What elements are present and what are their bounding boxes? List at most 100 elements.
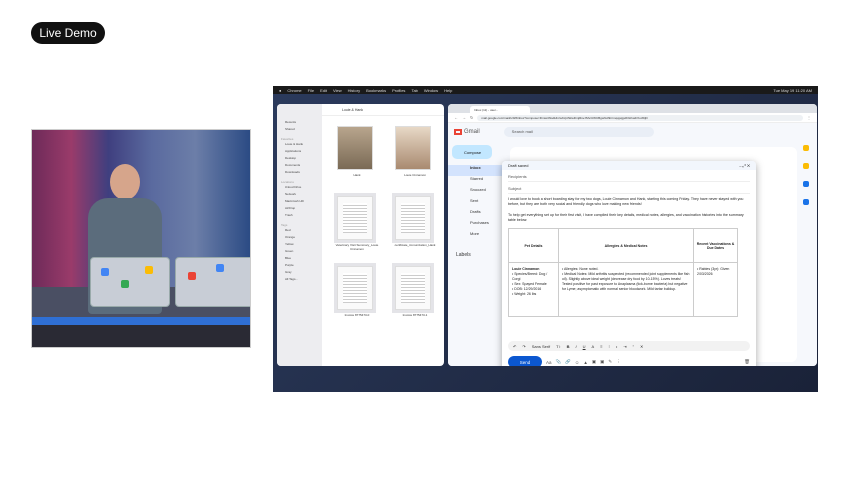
menu-view[interactable]: View (333, 88, 342, 93)
reload-icon[interactable]: ↻ (470, 115, 473, 120)
calendar-icon[interactable] (803, 145, 809, 151)
indent-icon[interactable]: ⇥ (623, 344, 626, 349)
back-icon[interactable]: ← (454, 115, 458, 120)
sidebar-item-network[interactable]: Network (277, 192, 322, 199)
sidebar-item-desktop[interactable]: Desktop (277, 156, 322, 163)
menu-file[interactable]: File (308, 88, 314, 93)
text-color-icon[interactable]: A (592, 344, 595, 349)
expand-icon[interactable]: ⤢ (743, 163, 746, 168)
font-select[interactable]: Sans Serif (532, 344, 550, 349)
minimize-icon[interactable]: – (739, 163, 741, 168)
sidebar-tag-gray[interactable]: Gray (277, 270, 322, 277)
body-paragraph[interactable]: I would love to book a short boarding st… (502, 194, 756, 210)
gmail-nav: Inbox Starred Snoozed Sent Drafts Purcha… (448, 165, 508, 258)
sidebar-item-recents[interactable]: Recents (277, 120, 322, 127)
search-input[interactable]: Search mail (503, 127, 654, 137)
nav-purchases[interactable]: Purchases (448, 220, 508, 231)
sidebar-tag-red[interactable]: Red (277, 228, 322, 235)
menu-help[interactable]: Help (444, 88, 452, 93)
file-tile[interactable]: Invoice 8775473-1 (387, 262, 443, 322)
send-button[interactable]: Send (508, 356, 542, 366)
recipients-field[interactable]: Recipients (508, 170, 750, 182)
file-tile[interactable]: certificate_immunization_Hank (387, 192, 443, 252)
italic-icon[interactable]: I (576, 344, 577, 349)
image-icon[interactable]: ▣ (592, 359, 596, 365)
nav-snoozed[interactable]: Snoozed (448, 187, 508, 198)
menu-window[interactable]: Window (424, 88, 438, 93)
sidebar-item-macintosh-hd[interactable]: Macintosh HD (277, 199, 322, 206)
sidebar-tag-purple[interactable]: Purple (277, 263, 322, 270)
file-tile[interactable]: Invoice 8775473-0 (329, 262, 385, 322)
body-paragraph[interactable]: To help get everything set up for their … (502, 210, 756, 226)
contacts-icon[interactable] (803, 199, 809, 205)
table-header: Pet Details (508, 228, 559, 263)
sidebar-item-downloads[interactable]: Downloads (277, 170, 322, 177)
font-size-icon[interactable]: T↕ (556, 344, 560, 349)
attach-icon[interactable]: 📎 (556, 359, 562, 365)
sidebar-tag-yellow[interactable]: Yellow (277, 242, 322, 249)
apple-icon[interactable]: ● (279, 88, 281, 93)
sidebar-item-shared[interactable]: Shared (277, 127, 322, 134)
file-name: Hank (353, 173, 361, 177)
file-name: Veterinary Visit Summary_Louie Cinnamon (335, 243, 379, 251)
quote-icon[interactable]: ” (633, 344, 634, 349)
more-options-icon[interactable]: ⋮ (616, 359, 621, 365)
address-bar[interactable]: mail.google.com/mail/u/0/#inbox?compose=… (477, 114, 803, 121)
pet-details-cell[interactable]: Louie Cinnamon • Species/Breed: Dog / Co… (508, 262, 559, 317)
file-tile[interactable]: Veterinary Visit Summary_Louie Cinnamon (329, 192, 385, 252)
menu-bookmarks[interactable]: Bookmarks (366, 88, 386, 93)
sidebar-tag-all[interactable]: All Tags... (277, 277, 322, 284)
tasks-icon[interactable] (803, 181, 809, 187)
formatting-icon[interactable]: Aa (546, 360, 552, 365)
menu-history[interactable]: History (348, 88, 360, 93)
menubar-clock: Tue May 19 11:20 AM (773, 87, 812, 93)
link-icon[interactable]: 🔗 (565, 359, 571, 365)
file-name: Invoice 8775473-0 (344, 313, 370, 317)
vaccination-cell[interactable]: • Rabies (3yr): Given 2/03/2026 (693, 262, 738, 317)
nav-more[interactable]: More (448, 231, 508, 242)
subject-field[interactable]: Subject (508, 182, 750, 194)
signature-icon[interactable]: ✎ (608, 359, 612, 365)
nav-drafts[interactable]: Drafts (448, 209, 508, 220)
sidebar-item-icloud[interactable]: iCloud Drive (277, 185, 322, 192)
nav-sent[interactable]: Sent (448, 198, 508, 209)
sidebar-tag-green[interactable]: Green (277, 249, 322, 256)
sidebar-item-trash[interactable]: Trash (277, 213, 322, 220)
menu-chrome[interactable]: Chrome (287, 88, 301, 93)
menu-profiles[interactable]: Profiles (392, 88, 405, 93)
close-icon[interactable]: ✕ (747, 163, 750, 168)
laptop-left (90, 257, 170, 307)
trash-icon[interactable]: 🗑 (744, 359, 750, 365)
bulleted-list-icon[interactable]: • (616, 344, 617, 349)
clear-format-icon[interactable]: ✕ (640, 344, 643, 349)
compose-button[interactable]: Compose (452, 145, 492, 159)
undo-icon[interactable]: ↶ (513, 344, 516, 349)
lock-icon[interactable]: ▣ (600, 359, 604, 365)
sidebar-item-documents[interactable]: Documents (277, 163, 322, 170)
nav-inbox[interactable]: Inbox (448, 165, 508, 176)
nav-starred[interactable]: Starred (448, 176, 508, 187)
gmail-logo[interactable]: Gmail (454, 129, 480, 135)
sidebar-item-applications[interactable]: Applications (277, 149, 322, 156)
sidebar-item-louie-hank[interactable]: Louie & Hank (277, 142, 322, 149)
gmail-header: ☰ Gmail Search mail (448, 123, 817, 172)
drive-icon[interactable]: ▲ (583, 360, 587, 365)
sidebar-item-airdrop[interactable]: AirDrop (277, 206, 322, 213)
file-tile[interactable]: Louie Cinnamon (387, 122, 443, 182)
medical-notes-cell[interactable]: • Allergies: None noted. • Medical Notes… (558, 262, 694, 317)
keep-icon[interactable] (803, 163, 809, 169)
redo-icon[interactable]: ↷ (522, 344, 525, 349)
sidebar-tag-orange[interactable]: Orange (277, 235, 322, 242)
tab-inbox[interactable]: Inbox (11) - user... (470, 106, 530, 113)
underline-icon[interactable]: U (583, 344, 586, 349)
menu-icon[interactable]: ⋮ (807, 115, 811, 120)
menu-tab[interactable]: Tab (411, 88, 417, 93)
file-tile[interactable]: Hank (329, 122, 385, 182)
menu-edit[interactable]: Edit (320, 88, 327, 93)
numbered-list-icon[interactable]: ⁝ (609, 344, 610, 349)
align-icon[interactable]: ≡ (600, 344, 602, 349)
sidebar-tag-blue[interactable]: Blue (277, 256, 322, 263)
emoji-icon[interactable]: ☺ (575, 360, 580, 365)
bold-icon[interactable]: B (567, 344, 570, 349)
forward-icon[interactable]: → (462, 115, 466, 120)
